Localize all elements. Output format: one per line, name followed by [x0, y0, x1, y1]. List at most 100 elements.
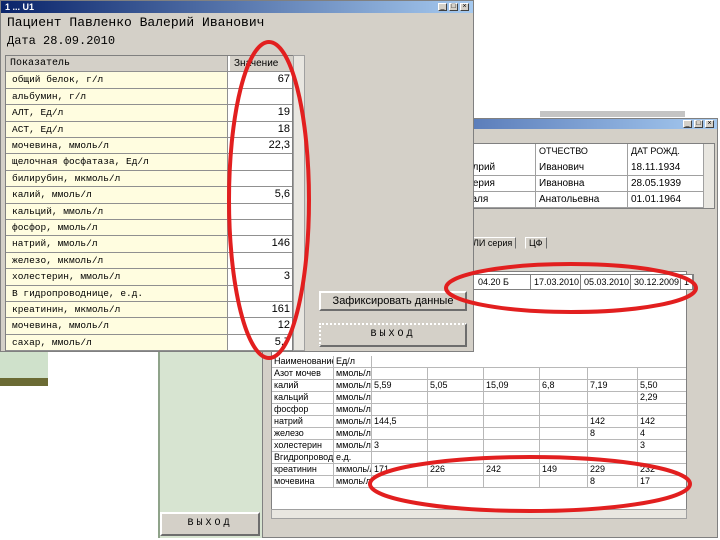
table-cell: ммоль/л	[336, 404, 372, 416]
table-cell	[638, 368, 686, 380]
indicator-value-field[interactable]	[230, 286, 294, 301]
slide-decoration-olive	[0, 378, 48, 386]
table-cell: креатинин	[272, 464, 334, 476]
indicator-value-field[interactable]: 5,7	[230, 335, 294, 350]
exit-button-bottom[interactable]: ВЫХОД	[160, 512, 260, 536]
minimize-icon[interactable]: _	[683, 120, 692, 128]
table-row[interactable]: альбумин, г/л	[6, 88, 294, 106]
table-row[interactable]: фосфор, ммоль/л	[6, 220, 294, 237]
table-cell: 149	[540, 464, 588, 476]
indicator-value-field[interactable]: 146	[230, 236, 294, 251]
table-cell: 4	[638, 428, 686, 440]
table-row[interactable]: АСТ, Ед/л 18	[6, 121, 294, 138]
table-cell	[540, 392, 588, 404]
table-cell	[484, 392, 540, 404]
table-row[interactable]: лерия Ивановна 28.05.1939	[464, 176, 704, 192]
indicator-value-field[interactable]	[230, 220, 294, 235]
date-column-header[interactable]: 1	[681, 275, 693, 289]
table-row[interactable]: мочевина, ммоль/л 12	[6, 318, 294, 335]
indicator-name: мочевина, ммоль/л	[6, 318, 228, 334]
table-row[interactable]: калий ммоль/л 5,59 5,05 15,09 6,8 7,19 5,50	[272, 380, 686, 392]
table-row[interactable]: мочевина ммоль/л 8 17	[272, 476, 686, 488]
table-row[interactable]: кальций, ммоль/л	[6, 203, 294, 220]
table-row[interactable]: фосфор ммоль/л	[272, 404, 686, 416]
table-cell: 5,59	[372, 380, 428, 392]
date-column-header[interactable]: 04.20 Б	[475, 275, 531, 289]
table-row[interactable]: В гидропроводнице, е.д.	[6, 285, 294, 302]
table-row[interactable]: мочевина, ммоль/л 22,3	[6, 138, 294, 155]
indicator-value-field[interactable]: 18	[230, 122, 294, 137]
table-cell: 3	[372, 440, 428, 452]
indicator-value-field[interactable]: 67	[230, 72, 294, 87]
table-header: Показатель Значение	[6, 56, 294, 73]
table-cell: 15,09	[484, 380, 540, 392]
table-cell: е.д.	[334, 452, 372, 464]
exit-button[interactable]: ВЫХОД	[319, 323, 467, 347]
indicator-name: альбумин, г/л	[6, 88, 228, 105]
table-row[interactable]: натрий, ммоль/л 146	[6, 236, 294, 253]
table-cell: Анатольевна	[536, 192, 628, 208]
close-icon[interactable]: ×	[460, 3, 469, 11]
table-row[interactable]: натрий ммоль/л 144,5 142 142	[272, 416, 686, 428]
table-row[interactable]: железо ммоль/л 8 4	[272, 428, 686, 440]
column-header[interactable]: Наименование	[272, 356, 334, 368]
table-row[interactable]: общий белок, г/л 67	[6, 72, 294, 89]
indicators-scrollbar[interactable]	[293, 55, 305, 351]
table-row[interactable]: железо, мкмоль/л	[6, 252, 294, 270]
table-row[interactable]: калий, ммоль/л 5,6	[6, 187, 294, 204]
table-row[interactable]: билирубин, мкмоль/л	[6, 170, 294, 188]
indicator-value-field[interactable]: 161	[230, 302, 294, 317]
table-row[interactable]: таля Анатольевна 01.01.1964	[464, 192, 704, 208]
table-row[interactable]: креатинин мкмоль/л 171 226 242 149 229 232	[272, 464, 686, 476]
table-row[interactable]: сахар, ммоль/л 5,7	[6, 334, 294, 352]
column-header[interactable]: F	[464, 144, 536, 160]
indicator-value-field[interactable]: 5,6	[230, 187, 294, 202]
table-row[interactable]: Азот мочев ммоль/л	[272, 368, 686, 380]
table-cell: алрий	[464, 160, 536, 176]
indicator-value-field[interactable]	[230, 171, 294, 186]
date-column-header[interactable]: 30.12.2009	[631, 275, 681, 289]
tab-cf[interactable]: ЦФ	[525, 237, 547, 249]
indicator-value-field[interactable]: 3	[230, 269, 294, 284]
table-row[interactable]: кальций ммоль/л 2,29	[272, 392, 686, 404]
table-cell	[588, 452, 638, 464]
table-row[interactable]: алрий Иванович 18.11.1934	[464, 160, 704, 176]
column-header[interactable]: Значение	[230, 56, 294, 72]
lab-grid-hscrollbar[interactable]	[271, 509, 687, 519]
table-cell	[588, 440, 638, 452]
maximize-icon[interactable]: □	[449, 3, 458, 11]
close-icon[interactable]: ×	[705, 120, 714, 128]
fix-data-button[interactable]: Зафиксировать данные	[319, 291, 467, 311]
indicator-value-field[interactable]	[230, 154, 294, 169]
table-row[interactable]: щелочная фосфатаза, Ед/л	[6, 154, 294, 171]
indicator-value-field[interactable]	[230, 253, 294, 268]
table-row[interactable]: холестерин ммоль/л 3 3	[272, 440, 686, 452]
column-header[interactable]: Ед/л	[334, 356, 372, 368]
date-column-header[interactable]: 05.03.2010	[581, 275, 631, 289]
table-cell	[372, 404, 428, 416]
indicator-value-field[interactable]: 22,3	[230, 138, 294, 153]
indicator-value-field[interactable]	[230, 204, 294, 219]
indicator-value-field[interactable]: 12	[230, 318, 294, 333]
patients-scrollbar[interactable]	[703, 144, 714, 208]
column-header[interactable]: ОТЧЕСТВО	[536, 144, 628, 160]
indicator-name: билирубин, мкмоль/л	[6, 170, 228, 187]
table-cell	[484, 368, 540, 380]
table-row[interactable]: холестерин, ммоль/л 3	[6, 269, 294, 286]
table-row[interactable]: АЛТ, Ед/л 19	[6, 105, 294, 122]
column-header[interactable]: Показатель	[6, 56, 228, 72]
table-cell	[428, 392, 484, 404]
table-row[interactable]: креатинин, мкмоль/л 161	[6, 302, 294, 319]
table-cell	[484, 404, 540, 416]
maximize-icon[interactable]: □	[694, 120, 703, 128]
table-cell	[540, 452, 588, 464]
tab-series[interactable]: ЛИ серия	[469, 237, 517, 249]
table-row[interactable]: Вгидропроводнце.д.	[272, 452, 686, 464]
minimize-icon[interactable]: _	[438, 3, 447, 11]
column-header[interactable]: ДАТ РОЖД.	[628, 144, 704, 160]
indicator-value-field[interactable]: 19	[230, 105, 294, 120]
date-column-header[interactable]: 17.03.2010	[531, 275, 581, 289]
table-cell: ммоль/л	[336, 368, 372, 380]
table-cell	[540, 368, 588, 380]
indicator-value-field[interactable]	[230, 89, 294, 104]
